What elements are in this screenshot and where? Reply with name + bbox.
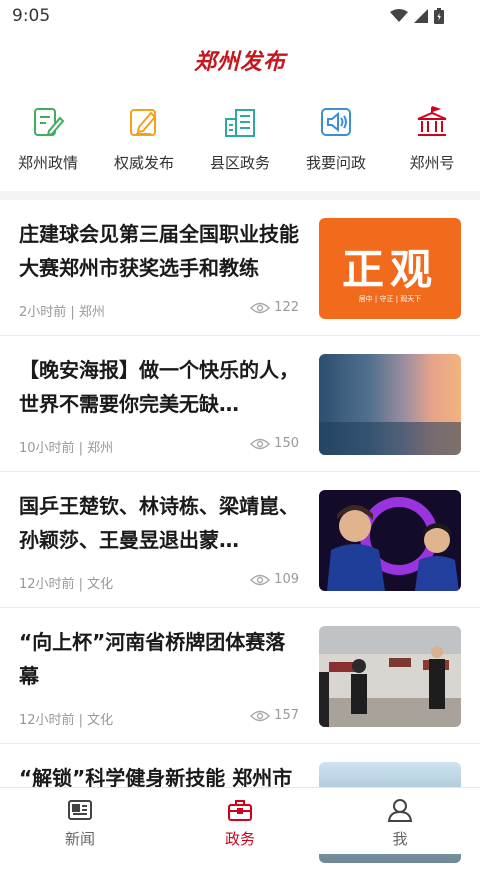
user-icon (387, 799, 413, 822)
signal-icon (414, 9, 428, 23)
quick-nav-label: 县区政务 (209, 154, 270, 172)
news-title[interactable]: 庄建球会见第三届全国职业技能大赛郑州市获奖选手和教练 (19, 217, 301, 285)
speaker-icon (318, 104, 354, 140)
status-bar: 9:05 (0, 0, 480, 34)
quick-nav-label: 权威发布 (113, 154, 174, 172)
thumbnail-text: 正观 (341, 245, 438, 294)
eye-icon (250, 302, 271, 313)
view-count-value: 109 (274, 572, 299, 587)
view-count: 150 (250, 436, 299, 451)
news-item[interactable]: 【晚安海报】做一个快乐的人，世界不需要你完美无缺… 10小时前 | 郑州 150 (0, 336, 480, 472)
quick-nav-zhengqing[interactable]: 郑州政情 (0, 104, 96, 184)
news-title[interactable]: “向上杯”河南省桥牌团体赛落幕 (19, 625, 301, 693)
tab-label: 政务 (224, 830, 255, 848)
news-thumbnail[interactable] (319, 354, 461, 455)
buildings-icon (222, 104, 258, 140)
tab-me[interactable]: 我 (320, 788, 480, 854)
players-photo (327, 497, 459, 591)
news-title[interactable]: 【晚安海报】做一个快乐的人，世界不需要你完美无缺… (19, 353, 301, 421)
news-meta: 12小时前 | 文化 (19, 713, 114, 728)
quick-nav-zhengzhouhao[interactable]: 郑州号 (384, 104, 480, 184)
view-count-value: 157 (274, 708, 299, 723)
quick-nav-label: 我要问政 (305, 154, 366, 172)
thumbnail-sea (319, 422, 461, 455)
news-item[interactable]: 国乒王楚钦、林诗栋、梁靖崑、孙颖莎、王曼昱退出蒙… 12小时前 | 文化 109 (0, 472, 480, 608)
hall-photo (319, 626, 461, 727)
view-count: 157 (250, 708, 299, 723)
eye-icon (250, 710, 271, 721)
battery-icon (434, 8, 444, 24)
news-list: 庄建球会见第三届全国职业技能大赛郑州市获奖选手和教练 2小时前 | 郑州 122… (0, 200, 480, 879)
status-icons (390, 8, 444, 24)
quick-nav: 郑州政情 权威发布 县区政务 我要问政 郑州号 (0, 104, 480, 184)
view-count-value: 150 (274, 436, 299, 451)
tab-news[interactable]: 新闻 (0, 788, 160, 854)
pen-note-icon (30, 104, 66, 140)
bottom-tab-bar: 新闻 政务 我 (0, 787, 480, 854)
newspaper-icon (68, 800, 92, 820)
edit-doc-icon (126, 104, 162, 140)
quick-nav-wenzheng[interactable]: 我要问政 (288, 104, 384, 184)
tab-government[interactable]: 政务 (160, 788, 320, 854)
news-item[interactable]: “向上杯”河南省桥牌团体赛落幕 12小时前 | 文化 157 (0, 608, 480, 744)
tab-label: 新闻 (64, 830, 95, 848)
view-count: 122 (250, 300, 299, 315)
section-divider (0, 191, 480, 200)
news-meta: 10小时前 | 郑州 (19, 441, 114, 456)
news-item[interactable]: 庄建球会见第三届全国职业技能大赛郑州市获奖选手和教练 2小时前 | 郑州 122… (0, 200, 480, 336)
quick-nav-label: 郑州号 (409, 154, 455, 172)
eye-icon (250, 438, 271, 449)
app-logo: 郑州发布 (193, 49, 286, 75)
quick-nav-xianqu[interactable]: 县区政务 (192, 104, 288, 184)
quick-nav-label: 郑州政情 (17, 154, 78, 172)
news-thumbnail[interactable] (319, 490, 461, 591)
quick-nav-quanwei[interactable]: 权威发布 (96, 104, 192, 184)
briefcase-icon (228, 800, 252, 821)
thumbnail-subtext: 居中 | 守正 | 观天下 (358, 295, 422, 303)
eye-icon (250, 574, 271, 585)
hall-icon (414, 104, 450, 140)
wifi-icon (390, 9, 408, 22)
news-meta: 2小时前 | 郑州 (19, 305, 105, 320)
view-count-value: 122 (274, 300, 299, 315)
tab-label: 我 (392, 830, 408, 848)
news-title[interactable]: 国乒王楚钦、林诗栋、梁靖崑、孙颖莎、王曼昱退出蒙… (19, 489, 301, 557)
news-thumbnail[interactable]: 正观 居中 | 守正 | 观天下 (319, 218, 461, 319)
status-time: 9:05 (12, 6, 51, 26)
view-count: 109 (250, 572, 299, 587)
news-thumbnail[interactable] (319, 626, 461, 727)
news-meta: 12小时前 | 文化 (19, 577, 114, 592)
